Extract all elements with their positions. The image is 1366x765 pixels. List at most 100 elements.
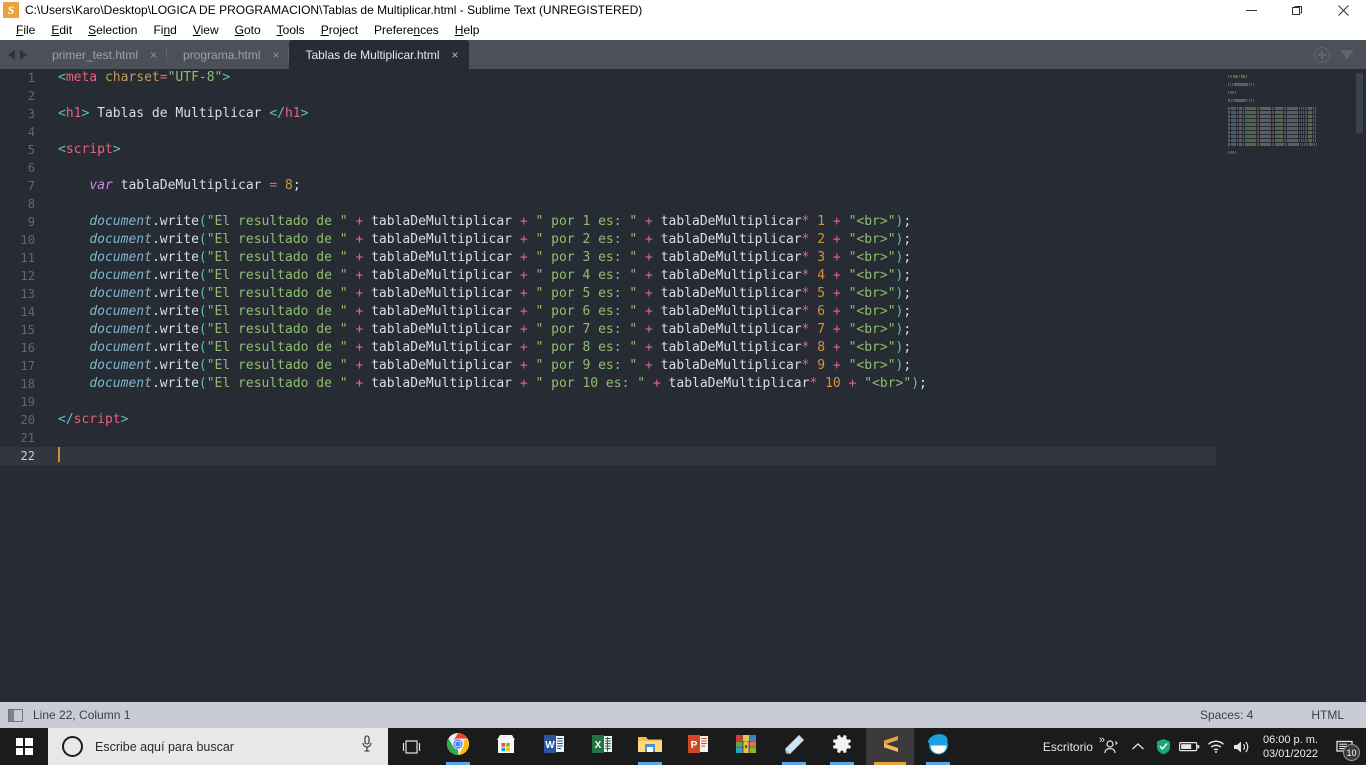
code-line[interactable]: 16 document.write("El resultado de " + t… (0, 339, 1366, 357)
microphone-icon[interactable] (360, 735, 374, 758)
editor-tab[interactable]: Tablas de Multiplicar.html × (289, 40, 469, 69)
taskbar-app-microsoft-powerpoint[interactable]: P (674, 728, 722, 765)
tab-close-icon[interactable]: × (272, 49, 279, 61)
syntax-mode[interactable]: HTML (1311, 708, 1344, 722)
taskbar-search[interactable]: Escribe aquí para buscar (48, 728, 388, 765)
restore-button[interactable] (1274, 0, 1320, 20)
code-line[interactable]: 19 (0, 393, 1366, 411)
code-line[interactable]: 20 </script> (0, 411, 1366, 429)
menu-item-edit[interactable]: Edit (43, 22, 80, 38)
menu-item-selection[interactable]: Selection (80, 22, 145, 38)
code-line-content[interactable]: document.write("El resultado de " + tabl… (44, 285, 1366, 303)
taskbar-app-microsoft-word[interactable]: W (530, 728, 578, 765)
code-line-content[interactable] (44, 447, 1366, 465)
windows-security-icon[interactable] (1151, 728, 1177, 765)
editor-tab[interactable]: programa.html × (167, 40, 290, 69)
network-wifi-icon[interactable] (1203, 728, 1229, 765)
code-line-content[interactable]: var tablaDeMultiplicar = 8; (44, 177, 1366, 195)
code-line[interactable]: 4 (0, 123, 1366, 141)
code-line-content[interactable]: document.write("El resultado de " + tabl… (44, 375, 1366, 393)
volume-icon[interactable] (1229, 728, 1255, 765)
start-button[interactable] (0, 728, 48, 765)
taskbar-app-microsoft-store[interactable] (482, 728, 530, 765)
menu-item-find[interactable]: Find (145, 22, 184, 38)
code-line-content[interactable]: <script> (44, 141, 1366, 159)
show-hidden-icons-chevron-icon[interactable] (1125, 728, 1151, 765)
code-line[interactable]: 21 (0, 429, 1366, 447)
battery-icon[interactable] (1177, 728, 1203, 765)
taskbar-app-sticky-notes[interactable] (770, 728, 818, 765)
code-line[interactable]: 6 (0, 159, 1366, 177)
code-line[interactable]: 1 <meta charset="UTF-8"> (0, 69, 1366, 87)
minimap-viewport[interactable] (1356, 73, 1363, 133)
action-center-button[interactable]: 10 (1328, 728, 1362, 765)
minimap-token (1305, 135, 1307, 138)
code-line[interactable]: 14 document.write("El resultado de " + t… (0, 303, 1366, 321)
taskbar-app-winrar[interactable] (722, 728, 770, 765)
code-line[interactable]: 12 document.write("El resultado de " + t… (0, 267, 1366, 285)
code-line-content[interactable]: document.write("El resultado de " + tabl… (44, 249, 1366, 267)
code-line[interactable]: 13 document.write("El resultado de " + t… (0, 285, 1366, 303)
code-line-content[interactable]: document.write("El resultado de " + tabl… (44, 231, 1366, 249)
tab-close-icon[interactable]: × (452, 49, 459, 61)
minimap-token (1228, 83, 1229, 86)
code-editor[interactable]: 1 <meta charset="UTF-8"> 2 3 <h1> Tablas de … (0, 69, 1366, 702)
minimap-token (1284, 111, 1286, 114)
code-line-content[interactable]: document.write("El resultado de " + tabl… (44, 357, 1366, 375)
code-line-content[interactable]: </script> (44, 411, 1366, 429)
menu-item-file[interactable]: File (8, 22, 43, 38)
menu-item-goto[interactable]: Goto (227, 22, 269, 38)
code-line[interactable]: 18 document.write("El resultado de " + t… (0, 375, 1366, 393)
code-lines[interactable]: 1 <meta charset="UTF-8"> 2 3 <h1> Tablas de … (0, 69, 1366, 702)
close-button[interactable] (1320, 0, 1366, 20)
menu-item-preferences[interactable]: Preferences (366, 22, 447, 38)
taskbar-app-file-explorer[interactable] (626, 728, 674, 765)
code-line[interactable]: 22 (0, 447, 1366, 465)
code-line[interactable]: 3 <h1> Tablas de Multiplicar </h1> (0, 105, 1366, 123)
editor-tab[interactable]: primer_test.html × (36, 40, 168, 69)
code-token: " por 4 es: " (535, 268, 638, 283)
scroll-tabs-left-icon[interactable] (8, 49, 15, 60)
taskbar-app-sublime-text[interactable] (866, 728, 914, 765)
code-line-content[interactable]: document.write("El resultado de " + tabl… (44, 213, 1366, 231)
tab-close-icon[interactable]: × (150, 49, 157, 61)
taskbar-clock[interactable]: 06:00 p. m. 03/01/2022 (1255, 728, 1328, 765)
code-line[interactable]: 10 document.write("El resultado de " + t… (0, 231, 1366, 249)
code-line[interactable]: 15 document.write("El resultado de " + t… (0, 321, 1366, 339)
code-line-content[interactable]: <h1> Tablas de Multiplicar </h1> (44, 105, 1366, 123)
chevron-down-icon[interactable] (1340, 50, 1354, 59)
code-token: write (159, 214, 199, 229)
menu-item-tools[interactable]: Tools (269, 22, 313, 38)
code-line[interactable]: 8 (0, 195, 1366, 213)
indentation-setting[interactable]: Spaces: 4 (1200, 708, 1253, 722)
code-line[interactable]: 9 document.write("El resultado de " + ta… (0, 213, 1366, 231)
code-line[interactable]: 2 (0, 87, 1366, 105)
taskbar-app-google-chrome[interactable] (434, 728, 482, 765)
code-token: . (151, 304, 160, 319)
code-line-content[interactable]: <meta charset="UTF-8"> (44, 69, 1366, 87)
code-line-content[interactable]: document.write("El resultado de " + tabl… (44, 339, 1366, 357)
scroll-tabs-right-icon[interactable] (20, 49, 27, 60)
taskbar-app-settings[interactable] (818, 728, 866, 765)
desktop-peek-label[interactable]: Escritorio » (1033, 734, 1105, 754)
sidebar-toggle-icon[interactable] (8, 708, 23, 722)
menu-item-help[interactable]: Help (447, 22, 488, 38)
code-line[interactable]: 17 document.write("El resultado de " + t… (0, 357, 1366, 375)
overflow-chevron-icon[interactable]: » (1099, 734, 1105, 746)
minimize-button[interactable] (1228, 0, 1274, 20)
minimap-token (1257, 123, 1259, 126)
menu-item-view[interactable]: View (185, 22, 227, 38)
taskbar-app-internet-explorer[interactable] (914, 728, 962, 765)
minimap-token (1305, 131, 1307, 134)
new-tab-icon[interactable] (1314, 46, 1330, 63)
code-line-content[interactable]: document.write("El resultado de " + tabl… (44, 303, 1366, 321)
task-view-button[interactable] (388, 728, 434, 765)
code-line[interactable]: 7 var tablaDeMultiplicar = 8; (0, 177, 1366, 195)
code-line-content[interactable]: document.write("El resultado de " + tabl… (44, 267, 1366, 285)
code-line[interactable]: 11 document.write("El resultado de " + t… (0, 249, 1366, 267)
taskbar-app-microsoft-excel[interactable]: X (578, 728, 626, 765)
code-line[interactable]: 5 <script> (0, 141, 1366, 159)
code-line-content[interactable]: document.write("El resultado de " + tabl… (44, 321, 1366, 339)
menu-item-project[interactable]: Project (313, 22, 366, 38)
code-minimap[interactable] (1216, 69, 1366, 702)
